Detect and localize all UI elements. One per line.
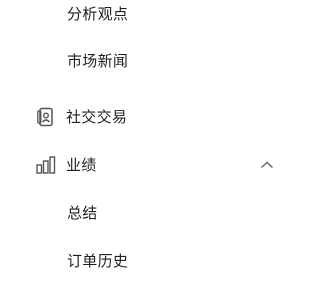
menu-item-social-trading[interactable]: 社交交易 [0,97,300,137]
menu-item-label: 分析观点 [67,5,129,23]
menu-item-market-news[interactable]: 市场新闻 [0,41,300,81]
bar-chart-icon [36,155,56,175]
menu-item-performance[interactable]: 业绩 [0,145,300,185]
menu-item-analysis-views[interactable]: 分析观点 [0,0,300,34]
menu-item-label: 市场新闻 [67,52,129,70]
menu-item-order-history[interactable]: 订单历史 [0,241,300,281]
chevron-up-icon[interactable] [259,157,275,173]
social-trading-icon [36,107,56,127]
menu-item-label: 订单历史 [67,252,129,270]
sidebar-menu: 分析观点 市场新闻 社交交易 业绩 总结 订单历史 [0,0,300,300]
menu-item-label: 业绩 [66,156,97,174]
menu-item-label: 总结 [67,204,98,222]
menu-item-summary[interactable]: 总结 [0,193,300,233]
menu-item-label: 社交交易 [66,108,128,126]
